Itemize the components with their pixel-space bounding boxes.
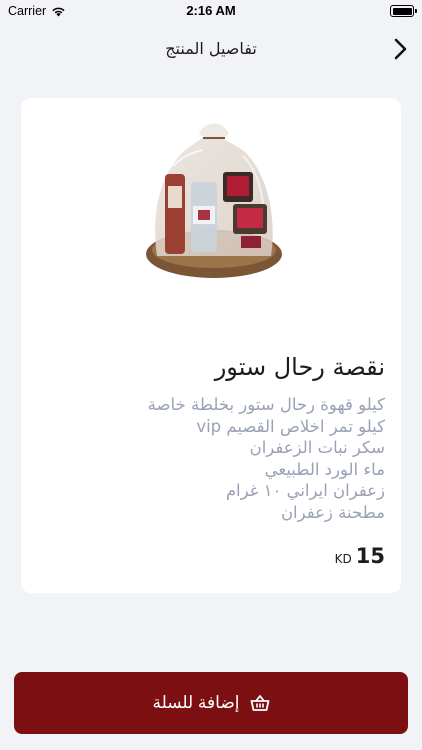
description-line: كيلو قهوة رحال ستور بخلطة خاصة [147, 395, 385, 414]
chevron-right-icon[interactable] [390, 36, 410, 62]
basket-icon [250, 695, 269, 711]
navigation-bar: تفاصيل المنتج [0, 24, 422, 74]
price-amount: 15 [355, 544, 385, 568]
status-bar: Carrier 2:16 AM [0, 0, 422, 24]
product-card: نقصة رحال ستور كيلو قهوة رحال ستور بخلطة… [21, 98, 401, 593]
battery-icon [390, 5, 417, 17]
description-line: كيلو تمر اخلاص القصيم vip [196, 416, 385, 436]
price-currency: KD [334, 552, 352, 566]
description-line: ماء الورد الطبيعي [264, 459, 385, 479]
description-line: زعفران ايراني ١٠ غرام [225, 481, 385, 500]
description-line: مطحنة زعفران [280, 502, 385, 522]
product-description: كيلو قهوة رحال ستور بخلطة خاصة كيلو تمر … [148, 394, 385, 523]
status-time: 2:16 AM [186, 3, 236, 18]
product-price: KD 15 [335, 544, 385, 568]
description-line: سكر نبات الزعفران [249, 438, 385, 457]
product-title: نقصة رحال ستور [214, 353, 385, 381]
gift-basket-image [146, 123, 282, 278]
add-to-cart-label: إضافة للسلة [152, 693, 240, 712]
page-title: تفاصيل المنتج [165, 39, 257, 58]
add-to-cart-button[interactable]: إضافة للسلة [14, 672, 408, 734]
